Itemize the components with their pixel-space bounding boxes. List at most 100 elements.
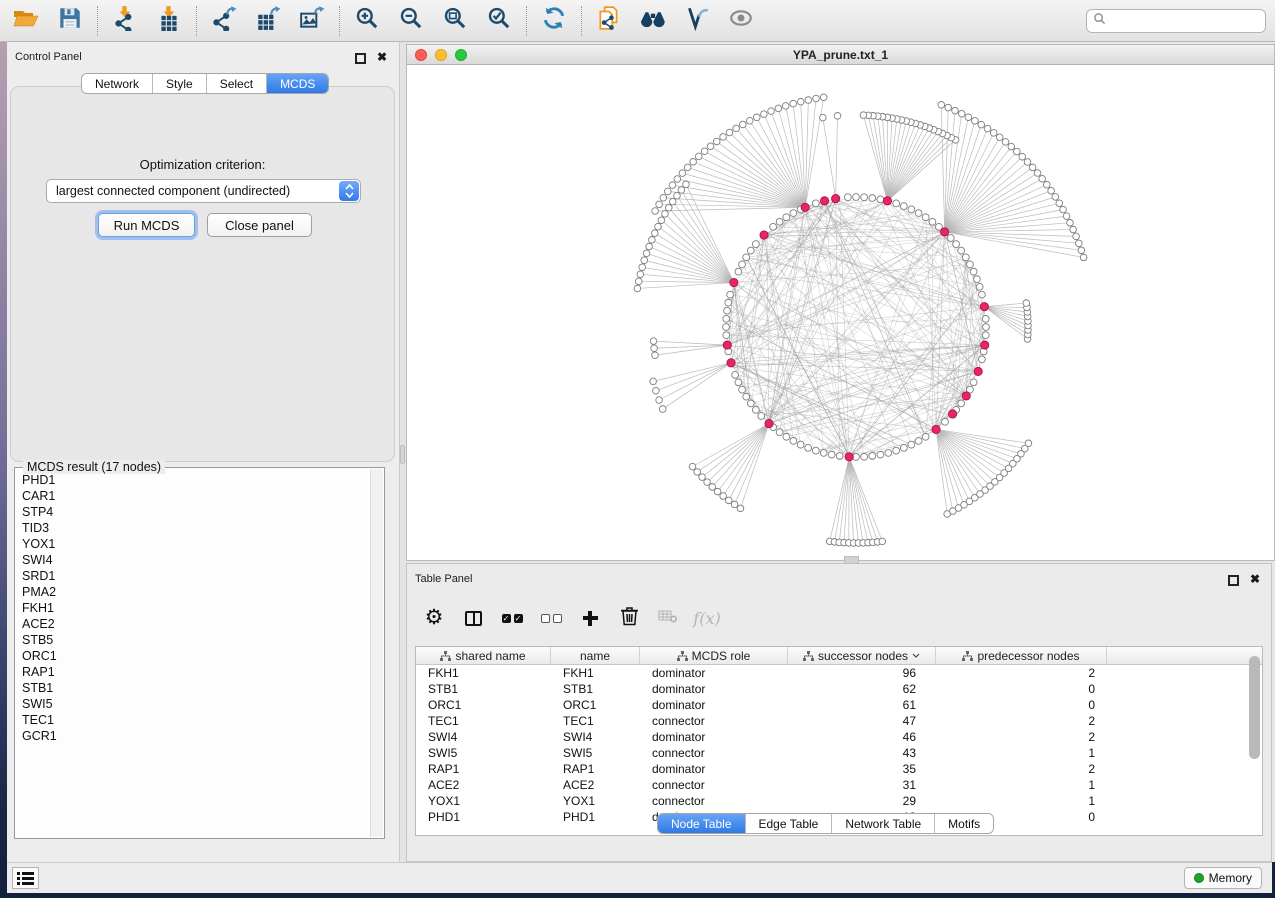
graph-node[interactable]	[1039, 175, 1046, 182]
graph-hub-node[interactable]	[962, 392, 970, 400]
table-cell[interactable]: connector	[640, 777, 788, 793]
graph-node[interactable]	[805, 97, 812, 104]
graph-node[interactable]	[695, 153, 702, 160]
graph-node[interactable]	[1052, 194, 1059, 201]
graph-node[interactable]	[1014, 148, 1021, 155]
graph-node[interactable]	[684, 164, 691, 171]
show-columns-button[interactable]	[462, 607, 484, 629]
graph-node[interactable]	[1034, 170, 1041, 177]
graph-node[interactable]	[922, 433, 929, 440]
export-table-button[interactable]	[246, 4, 290, 38]
graph-node[interactable]	[658, 217, 665, 224]
zoom-selected-button[interactable]	[477, 4, 521, 38]
graph-node[interactable]	[690, 158, 697, 165]
graph-node[interactable]	[1023, 300, 1030, 307]
mcds-result-item[interactable]: RAP1	[16, 664, 370, 680]
table-cell[interactable]: connector	[640, 713, 788, 729]
graph-node[interactable]	[1029, 164, 1036, 171]
graph-node[interactable]	[725, 497, 732, 504]
graph-node[interactable]	[701, 148, 708, 155]
graph-node[interactable]	[732, 371, 739, 378]
graph-node[interactable]	[649, 237, 656, 244]
table-row[interactable]: ORC1ORC1dominator610	[416, 697, 1262, 713]
graph-node[interactable]	[1078, 247, 1085, 254]
splitter-handle[interactable]	[400, 445, 405, 464]
graph-node[interactable]	[1076, 240, 1083, 247]
network-overview-button[interactable]	[631, 4, 675, 38]
graph-hub-node[interactable]	[820, 197, 828, 205]
graph-node[interactable]	[900, 444, 907, 451]
graph-node[interactable]	[726, 129, 733, 136]
search-box[interactable]	[1086, 9, 1266, 33]
table-cell[interactable]: 0	[936, 681, 1107, 697]
mcds-result-item[interactable]: FKH1	[16, 600, 370, 616]
table-cell[interactable]: dominator	[640, 665, 788, 681]
column-header-name[interactable]: name	[551, 647, 640, 664]
graph-node[interactable]	[776, 218, 783, 225]
zoom-out-button[interactable]	[389, 4, 433, 38]
graph-hub-node[interactable]	[974, 367, 982, 375]
memory-button[interactable]: Memory	[1184, 867, 1262, 889]
graph-node[interactable]	[739, 261, 746, 268]
save-session-button[interactable]	[48, 4, 92, 38]
graph-node[interactable]	[1048, 187, 1055, 194]
graph-node[interactable]	[844, 194, 851, 201]
graph-node[interactable]	[797, 441, 804, 448]
graph-node[interactable]	[812, 200, 819, 207]
graph-node[interactable]	[775, 105, 782, 112]
column-header-MCDS-role[interactable]: MCDS role	[640, 647, 788, 664]
graph-node[interactable]	[805, 444, 812, 451]
graph-node[interactable]	[1063, 213, 1070, 220]
graph-node[interactable]	[1019, 153, 1026, 160]
graph-node[interactable]	[746, 117, 753, 124]
graph-node[interactable]	[953, 241, 960, 248]
table-settings-button[interactable]: ⚙	[423, 607, 445, 629]
graph-node[interactable]	[861, 453, 868, 460]
graph-node[interactable]	[929, 218, 936, 225]
graph-node[interactable]	[723, 324, 730, 331]
run-mcds-button[interactable]: Run MCDS	[98, 213, 195, 237]
graph-node[interactable]	[651, 345, 658, 352]
graph-node[interactable]	[790, 100, 797, 107]
mcds-result-item[interactable]: TEC1	[16, 712, 370, 728]
graph-node[interactable]	[694, 469, 701, 476]
graph-node[interactable]	[1002, 139, 1009, 146]
graph-node[interactable]	[753, 114, 760, 121]
graph-hub-node[interactable]	[765, 420, 773, 428]
graph-node[interactable]	[860, 112, 867, 119]
graph-node[interactable]	[652, 352, 659, 359]
tab-edge-table[interactable]: Edge Table	[746, 814, 833, 833]
graph-node[interactable]	[650, 338, 657, 345]
graph-node[interactable]	[699, 474, 706, 481]
graph-hub-node[interactable]	[801, 203, 809, 211]
column-header-predecessor-nodes[interactable]: predecessor nodes	[936, 647, 1107, 664]
deselect-all-columns-button[interactable]	[540, 607, 562, 629]
graph-node[interactable]	[752, 241, 759, 248]
graph-node[interactable]	[651, 230, 658, 237]
table-cell[interactable]: PHD1	[416, 809, 551, 825]
graph-node[interactable]	[761, 111, 768, 118]
mcds-result-item[interactable]: ORC1	[16, 648, 370, 664]
table-row[interactable]: SWI5SWI5connector431	[416, 745, 1262, 761]
float-panel-icon[interactable]	[355, 53, 366, 64]
mcds-result-item[interactable]: SWI4	[16, 552, 370, 568]
graph-node[interactable]	[893, 200, 900, 207]
zoom-fit-button[interactable]	[433, 4, 477, 38]
graph-node[interactable]	[662, 211, 669, 218]
tab-node-table[interactable]: Node Table	[658, 814, 746, 833]
table-cell[interactable]: 47	[788, 713, 936, 729]
zoom-in-button[interactable]	[345, 4, 389, 38]
graph-node[interactable]	[972, 118, 979, 125]
mcds-result-item[interactable]: STB1	[16, 680, 370, 696]
graph-node[interactable]	[976, 283, 983, 290]
graph-hub-node[interactable]	[883, 197, 891, 205]
mcds-result-item[interactable]: SWI5	[16, 696, 370, 712]
graph-node[interactable]	[970, 379, 977, 386]
graph-node[interactable]	[720, 134, 727, 141]
graph-node[interactable]	[984, 125, 991, 132]
graph-node[interactable]	[704, 479, 711, 486]
graph-hub-node[interactable]	[730, 278, 738, 286]
mcds-result-item[interactable]: YOX1	[16, 536, 370, 552]
graph-node[interactable]	[660, 194, 667, 201]
graph-node[interactable]	[1080, 254, 1087, 261]
